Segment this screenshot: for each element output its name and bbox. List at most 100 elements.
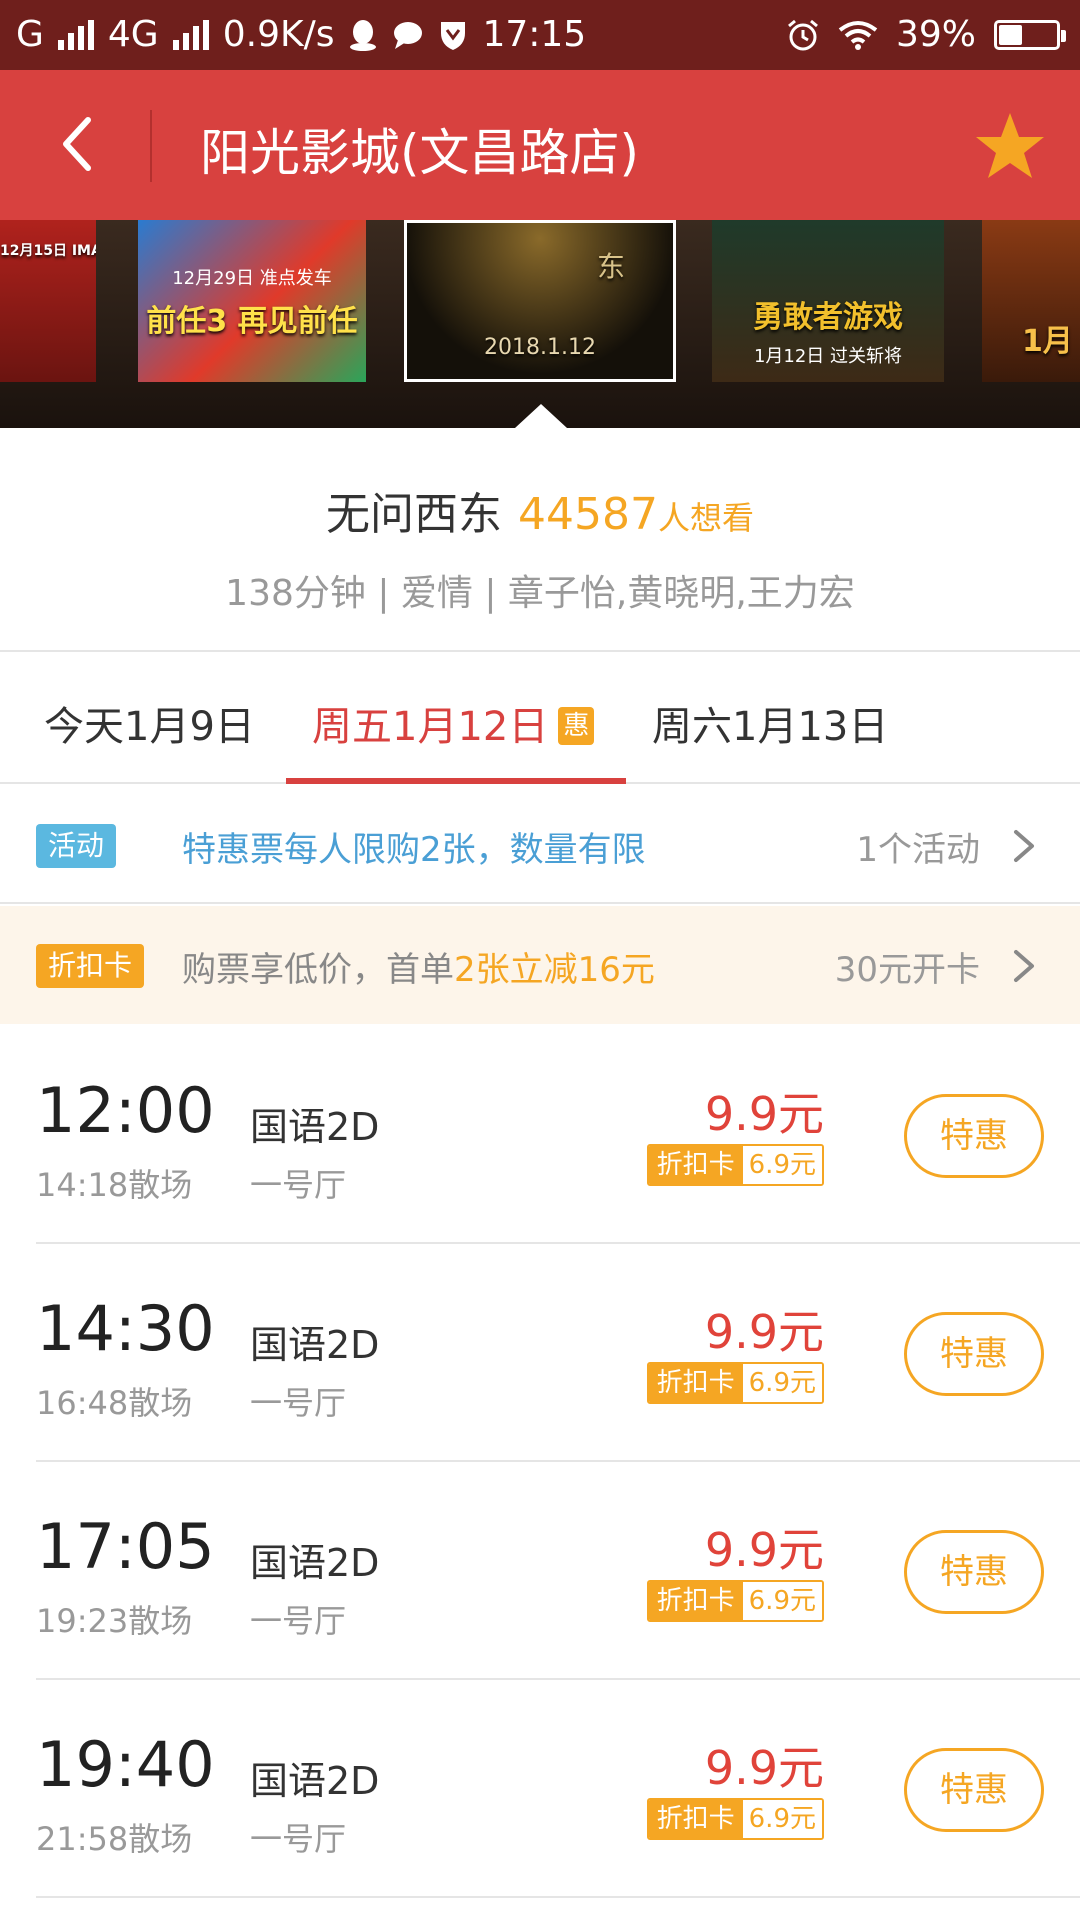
end-time: 21:58散场 xyxy=(36,1820,193,1858)
discount-card-price: 30元开卡 xyxy=(834,950,980,990)
discount-card-row[interactable]: 折扣卡 购票享低价，首单2张立减16元 30元开卡 xyxy=(0,906,1080,1024)
date-tabs: 今天1月9日 周五1月12日惠 周六1月13日 xyxy=(0,654,1080,784)
end-time: 16:48散场 xyxy=(36,1384,193,1422)
language-format: 国语2D xyxy=(250,1541,380,1585)
start-time: 17:05 xyxy=(36,1510,215,1583)
discount-card-text-highlight: 2张立减16元 xyxy=(454,950,655,990)
title-divider xyxy=(150,110,152,182)
signal-icon xyxy=(172,19,209,50)
activity-tag: 活动 xyxy=(36,824,117,868)
poster-subtitle: 1月12日 过关斩将 xyxy=(753,346,903,367)
discount-card-tag: 折扣卡 xyxy=(36,944,145,988)
card-price-value: 6.9元 xyxy=(742,1364,822,1402)
language-format: 国语2D xyxy=(250,1759,380,1803)
buy-button[interactable]: 特惠 xyxy=(904,1530,1044,1614)
card-price-label: 折扣卡 xyxy=(648,1146,743,1184)
tab-label: 今天1月9日 xyxy=(44,704,255,750)
card-price-value: 6.9元 xyxy=(742,1582,822,1620)
wants-count: 44587 xyxy=(518,489,658,540)
ticket-price: 9.9元 xyxy=(704,1087,824,1141)
poster-item-selected[interactable]: 东 2018.1.12 xyxy=(404,220,676,382)
poster-item[interactable]: 12月29日 准点发车 前任3 再见前任 xyxy=(138,220,366,382)
card-price-badge: 折扣卡 6.9元 xyxy=(646,1798,824,1840)
end-time: 14:18散场 xyxy=(36,1166,193,1204)
showtime-row[interactable]: 14:30 16:48散场 国语2D 一号厅 9.9元 折扣卡 6.9元 特惠 xyxy=(36,1244,1080,1462)
status-bar: G 4G 0.9K/s 17:15 39% xyxy=(0,0,1080,70)
poster-title: 1月 xyxy=(1022,324,1073,359)
language-format: 国语2D xyxy=(250,1105,380,1149)
battery-icon xyxy=(994,19,1066,50)
poster-item[interactable]: 1月 xyxy=(982,220,1080,382)
title-bar: 阳光影城(文昌路店) xyxy=(0,70,1080,220)
battery-percent: 39% xyxy=(895,14,976,55)
hall-name: 一号厅 xyxy=(250,1384,347,1422)
chevron-right-icon xyxy=(1014,950,1034,982)
back-button[interactable] xyxy=(40,108,112,180)
cinema-title: 阳光影城(文昌路店) xyxy=(200,124,640,182)
showtime-row[interactable]: 12:00 14:18散场 国语2D 一号厅 9.9元 折扣卡 6.9元 特惠 xyxy=(36,1026,1080,1244)
ticket-price: 9.9元 xyxy=(704,1741,824,1795)
star-icon xyxy=(976,113,1044,178)
wants-label: 人想看 xyxy=(657,499,754,537)
qq-icon xyxy=(348,18,378,52)
hall-name: 一号厅 xyxy=(250,1166,347,1204)
chevron-left-icon xyxy=(63,117,91,171)
showtime-list: 12:00 14:18散场 国语2D 一号厅 9.9元 折扣卡 6.9元 特惠 1… xyxy=(0,1026,1080,1898)
start-time: 12:00 xyxy=(36,1074,215,1147)
buy-button[interactable]: 特惠 xyxy=(904,1312,1044,1396)
hall-name: 一号厅 xyxy=(250,1820,347,1858)
ticket-price: 9.9元 xyxy=(704,1523,824,1577)
network-speed: 0.9K/s xyxy=(222,14,335,55)
poster-carousel[interactable]: 12月15日 IMAX 12月29日 准点发车 前任3 再见前任 东 2018.… xyxy=(0,220,1080,428)
tab-today[interactable]: 今天1月9日 xyxy=(44,694,255,752)
hall-name: 一号厅 xyxy=(250,1602,347,1640)
language-format: 国语2D xyxy=(250,1323,380,1367)
tab-label: 周六1月13日 xyxy=(652,704,889,750)
discount-badge: 惠 xyxy=(558,707,595,745)
carrier-label-2: 4G xyxy=(107,14,159,55)
card-price-label: 折扣卡 xyxy=(648,1364,743,1402)
card-price-badge: 折扣卡 6.9元 xyxy=(646,1580,824,1622)
message-icon xyxy=(392,20,424,50)
movie-meta: 138分钟 | 爱情 | 章子怡,黄晓明,王力宏 xyxy=(225,573,855,614)
poster-title: 勇敢者游戏 xyxy=(753,300,903,335)
activity-text: 特惠票每人限购2张，数量有限 xyxy=(182,830,646,870)
showtime-row[interactable]: 17:05 19:23散场 国语2D 一号厅 9.9元 折扣卡 6.9元 特惠 xyxy=(36,1462,1080,1680)
active-tab-underline xyxy=(286,778,626,784)
poster-subtitle: 12月29日 准点发车 xyxy=(172,268,332,289)
card-price-value: 6.9元 xyxy=(742,1146,822,1184)
showtime-row[interactable]: 19:40 21:58散场 国语2D 一号厅 9.9元 折扣卡 6.9元 特惠 xyxy=(36,1680,1080,1898)
poster-title: 前任3 再见前任 xyxy=(146,304,358,339)
carrier-label-1: G xyxy=(16,14,44,55)
alarm-icon xyxy=(786,18,820,52)
start-time: 14:30 xyxy=(36,1292,215,1365)
tab-friday[interactable]: 周五1月12日惠 xyxy=(312,694,595,752)
card-price-label: 折扣卡 xyxy=(648,1800,743,1838)
discount-card-text-prefix: 购票享低价，首单 xyxy=(182,950,454,990)
shield-icon xyxy=(438,19,468,51)
movie-title: 无问西东 xyxy=(326,489,502,540)
poster-title: 12月15日 IMAX xyxy=(0,243,96,259)
buy-button[interactable]: 特惠 xyxy=(904,1748,1044,1832)
poster-item[interactable]: 12月15日 IMAX xyxy=(0,220,96,382)
signal-icon xyxy=(57,19,94,50)
card-price-badge: 折扣卡 6.9元 xyxy=(646,1144,824,1186)
tab-saturday[interactable]: 周六1月13日 xyxy=(652,694,888,752)
movie-title-row: 无问西东 44587人想看 xyxy=(0,478,1080,542)
card-price-label: 折扣卡 xyxy=(648,1582,743,1620)
poster-title: 2018.1.12 xyxy=(484,335,596,360)
buy-button[interactable]: 特惠 xyxy=(904,1094,1044,1178)
wifi-icon xyxy=(838,20,878,50)
poster-subtitle: 东 xyxy=(597,250,626,283)
chevron-right-icon xyxy=(1014,830,1034,862)
activity-row[interactable]: 活动 特惠票每人限购2张，数量有限 1个活动 xyxy=(0,786,1080,904)
selected-indicator xyxy=(515,404,567,428)
card-price-value: 6.9元 xyxy=(742,1800,822,1838)
favorite-button[interactable] xyxy=(970,106,1050,186)
start-time: 19:40 xyxy=(36,1728,215,1801)
discount-card-text: 购票享低价，首单2张立减16元 xyxy=(182,942,655,991)
end-time: 19:23散场 xyxy=(36,1602,193,1640)
clock: 17:15 xyxy=(482,14,587,55)
poster-item[interactable]: 勇敢者游戏 1月12日 过关斩将 xyxy=(712,220,944,382)
movie-info: 无问西东 44587人想看 138分钟 | 爱情 | 章子怡,黄晓明,王力宏 xyxy=(0,428,1080,652)
